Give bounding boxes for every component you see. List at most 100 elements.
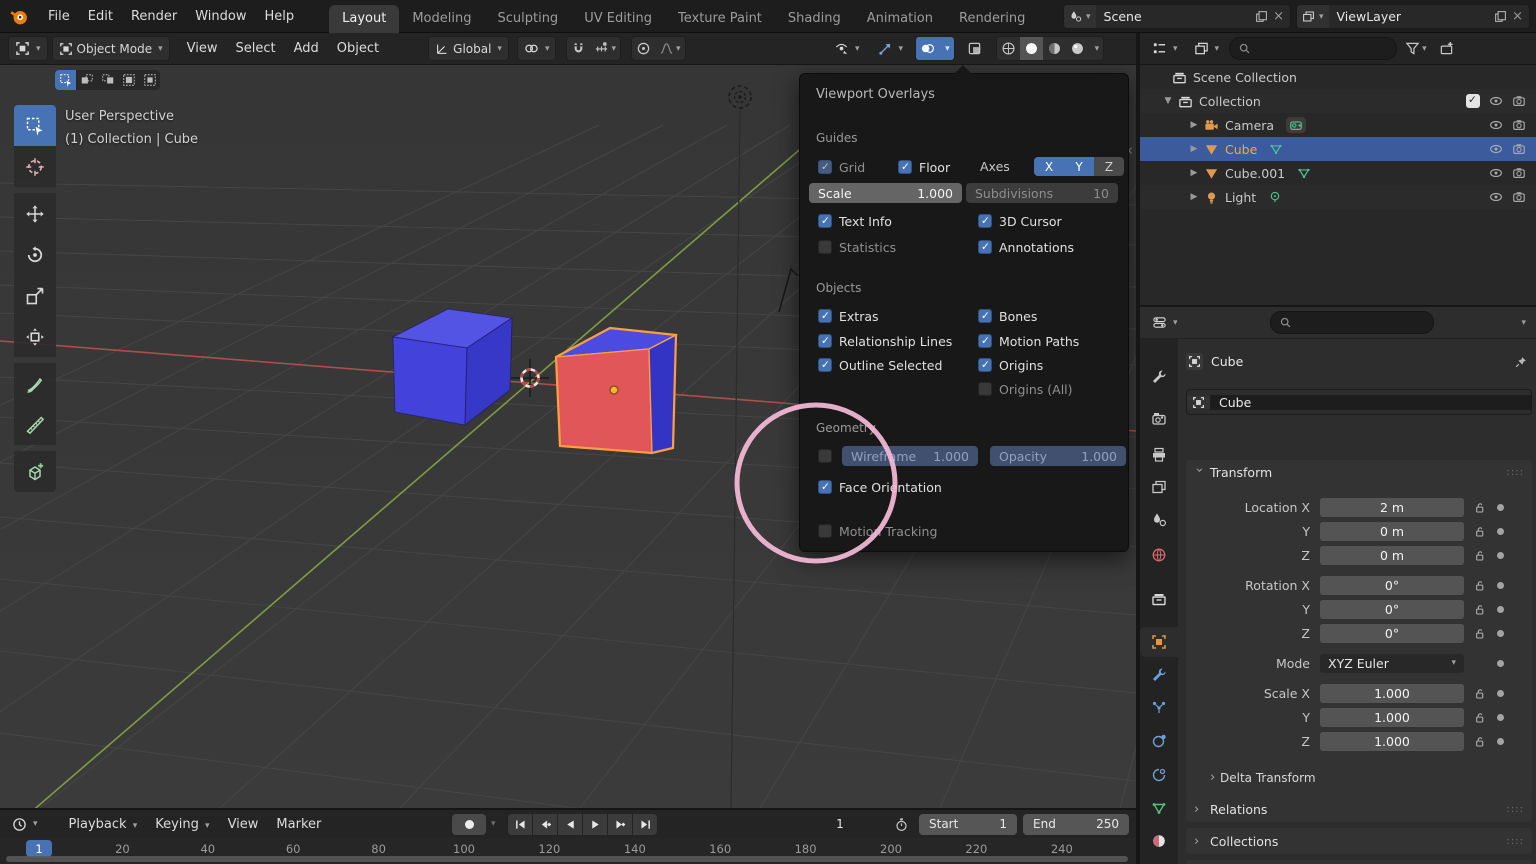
play-back-button[interactable] (558, 814, 582, 835)
outliner-item-label[interactable]: Camera (1225, 118, 1274, 133)
motion-paths-checkbox[interactable] (978, 334, 992, 348)
expand-icon[interactable]: ▶ (1186, 192, 1202, 202)
statistics-checkbox[interactable] (818, 240, 832, 254)
lock-open-icon[interactable] (1473, 627, 1486, 640)
workspace-tab-animation[interactable]: Animation (854, 5, 946, 33)
pivot-point-selector[interactable]: ▾ (517, 36, 557, 61)
overlays-dropdown-button[interactable]: ▾ (939, 37, 954, 60)
value-field[interactable]: 0 m (1320, 522, 1464, 541)
select-mode-subtract-icon[interactable] (97, 70, 118, 90)
expand-icon[interactable]: ▶ (1186, 120, 1202, 130)
viewlayer-name[interactable]: ViewLayer (1329, 9, 1492, 24)
grid-checkbox[interactable] (818, 160, 832, 174)
menu-render[interactable]: Render (122, 9, 186, 24)
value-field[interactable]: 0° (1320, 600, 1464, 619)
tool-rotate-button[interactable] (14, 234, 56, 275)
shading-solid-icon[interactable] (1020, 37, 1043, 60)
scene-name[interactable]: Scene (1096, 9, 1253, 24)
menu-view-timeline[interactable]: View (219, 817, 268, 832)
menu-view[interactable]: View (178, 41, 227, 56)
outliner-row-scene-collection[interactable]: Scene Collection (1140, 65, 1536, 89)
origins-checkbox[interactable] (978, 358, 992, 372)
face-orientation-checkbox[interactable] (818, 480, 832, 494)
lock-open-icon[interactable] (1473, 579, 1486, 592)
grid-subdivisions-slider[interactable]: Subdivisions10 (966, 183, 1118, 203)
properties-tab-constraints[interactable] (1140, 760, 1178, 790)
workspace-tab-modeling[interactable]: Modeling (399, 5, 484, 33)
menu-marker[interactable]: Marker (267, 817, 330, 832)
outliner-item-label[interactable]: Cube (1225, 142, 1257, 157)
bones-checkbox[interactable] (978, 309, 992, 323)
workspace-tab-uv-editing[interactable]: UV Editing (571, 5, 665, 33)
wireframe-checkbox[interactable] (818, 449, 832, 463)
outliner-row-cube[interactable]: ▶Cube (1140, 137, 1536, 161)
outliner-filter-button[interactable]: ▾ (1401, 37, 1431, 60)
shading-rendered-icon[interactable] (1066, 37, 1089, 60)
value-field[interactable]: 2 m (1320, 498, 1464, 517)
wireframe-slider[interactable]: Wireframe1.000 (842, 446, 978, 466)
workspace-tab-sculpting[interactable]: Sculpting (484, 5, 571, 33)
unlink-scene-icon[interactable]: × (1271, 9, 1290, 24)
menu-edit[interactable]: Edit (79, 9, 122, 24)
tool-scale-button[interactable] (14, 275, 56, 316)
animate-dot-icon[interactable] (1497, 552, 1504, 559)
panel-grip-icon[interactable]: :::: (1507, 836, 1524, 847)
properties-tab-view-layer[interactable] (1140, 472, 1178, 502)
expand-icon[interactable]: ▶ (1186, 168, 1202, 178)
outliner-search-input[interactable] (1229, 37, 1397, 60)
hide-eye-icon[interactable] (1489, 94, 1503, 108)
new-scene-icon[interactable] (1252, 10, 1271, 23)
outliner-item-label[interactable]: Light (1225, 190, 1256, 205)
menu-file[interactable]: File (39, 9, 79, 24)
menu-help[interactable]: Help (256, 9, 304, 24)
axis-x-toggle[interactable]: X (1034, 157, 1064, 176)
grid-scale-slider[interactable]: Scale1.000 (809, 183, 962, 203)
disable-render-camera-icon[interactable] (1512, 94, 1526, 108)
timeline-ruler[interactable]: 1 20406080100120140160180200220240 (0, 838, 1136, 864)
next-key-button[interactable] (608, 814, 632, 835)
hide-eye-icon[interactable] (1489, 166, 1503, 180)
animate-dot-icon[interactable] (1497, 738, 1504, 745)
disable-render-camera-icon[interactable] (1512, 142, 1526, 156)
viewlayer-browse-button[interactable]: ▾ (1297, 5, 1329, 28)
lock-open-icon[interactable] (1473, 525, 1486, 538)
menu-add[interactable]: Add (285, 41, 328, 56)
select-mode-set-icon[interactable] (55, 70, 76, 90)
shading-dropdown-button[interactable]: ▾ (1089, 37, 1104, 60)
object-id-icon[interactable] (1187, 396, 1210, 409)
motion-tracking-checkbox[interactable] (818, 524, 832, 538)
object-name-value[interactable]: Cube (1210, 395, 1531, 410)
shading-wireframe-icon[interactable] (997, 37, 1020, 60)
panel-grip-icon[interactable]: :::: (1507, 467, 1524, 478)
properties-tab-physics[interactable] (1140, 726, 1178, 756)
lock-open-icon[interactable] (1473, 501, 1486, 514)
outliner-row-light[interactable]: ▶ Light (1140, 185, 1536, 209)
workspace-tab-layout[interactable]: Layout (329, 5, 399, 33)
tool-transform-button[interactable] (14, 316, 56, 357)
tool-select-box-button[interactable] (14, 105, 56, 146)
cube-001-object[interactable] (393, 309, 512, 425)
disable-render-camera-icon[interactable] (1512, 118, 1526, 132)
animate-dot-icon[interactable] (1497, 690, 1504, 697)
play-button[interactable] (583, 814, 607, 835)
lock-open-icon[interactable] (1473, 549, 1486, 562)
collapse-icon[interactable]: ▼ (1160, 96, 1176, 106)
3d-cursor-checkbox[interactable] (978, 214, 992, 228)
delta-transform-header[interactable]: › Delta Transform (1210, 770, 1316, 785)
menu-object[interactable]: Object (328, 41, 388, 56)
extras-checkbox[interactable] (818, 309, 832, 323)
object-visibility-button[interactable]: ▾ (828, 37, 866, 60)
workspace-tab-compositing[interactable]: Compositing (1038, 5, 1047, 33)
snap-toggle-magnet-icon[interactable] (567, 37, 590, 60)
properties-tab-material[interactable] (1140, 826, 1178, 856)
properties-tab-collection[interactable] (1140, 584, 1178, 614)
properties-tab-render[interactable] (1140, 404, 1178, 434)
timeline-scrollbar[interactable] (6, 856, 1128, 862)
lock-open-icon[interactable] (1473, 687, 1486, 700)
value-field[interactable]: 0° (1320, 576, 1464, 595)
tool-move-button[interactable] (14, 193, 56, 234)
panel-grip-icon[interactable]: :::: (1507, 804, 1524, 815)
outliner-row-cube-001[interactable]: ▶Cube.001 (1140, 161, 1536, 185)
animate-dot-icon[interactable] (1497, 630, 1504, 637)
hide-eye-icon[interactable] (1489, 190, 1503, 204)
